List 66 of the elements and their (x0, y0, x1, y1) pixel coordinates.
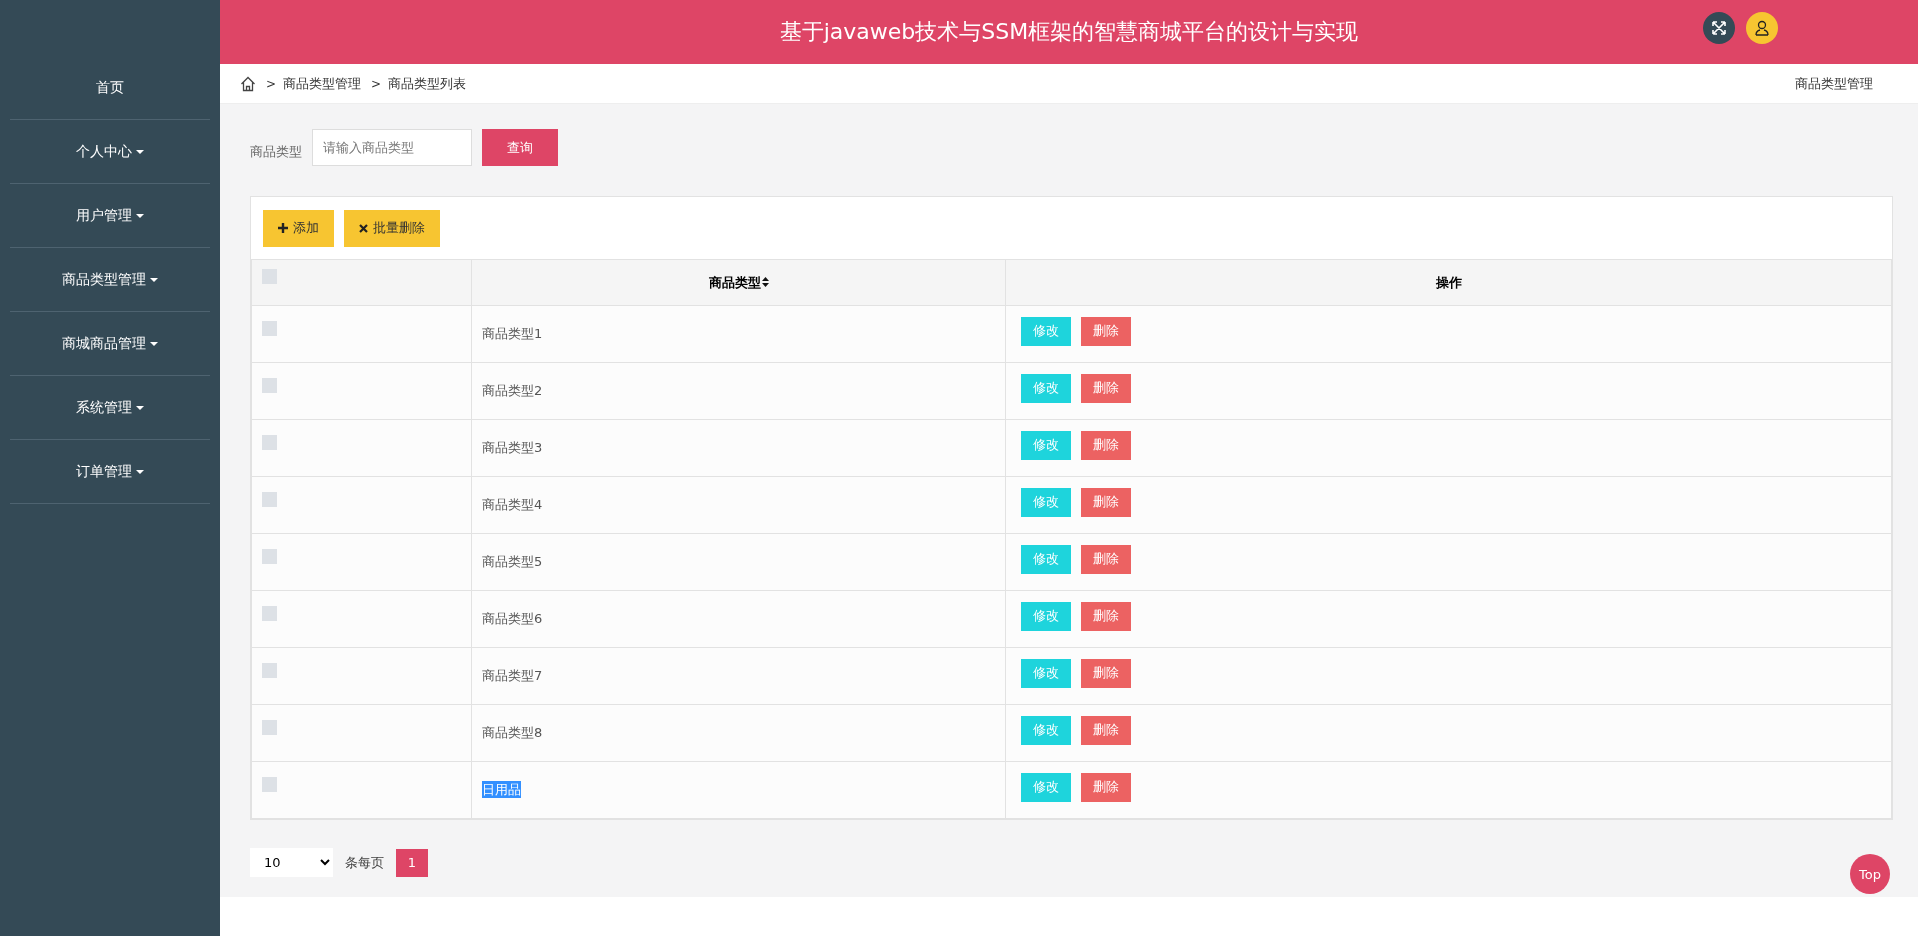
sidebar-item[interactable]: 用户管理 (10, 184, 210, 248)
fullscreen-icon[interactable] (1703, 12, 1735, 44)
edit-button[interactable]: 修改 (1021, 601, 1071, 631)
checkbox[interactable] (262, 320, 277, 336)
table-cell: 商品类型6 (482, 610, 543, 627)
page-title: 商品类型管理 (1795, 74, 1873, 93)
edit-button[interactable]: 修改 (1021, 544, 1071, 574)
table-cell: 商品类型8 (482, 724, 543, 741)
checkbox[interactable] (262, 491, 277, 507)
add-button[interactable]: 添加 (263, 209, 334, 247)
home-icon[interactable] (240, 75, 256, 92)
delete-button[interactable]: 删除 (1081, 544, 1131, 574)
sidebar-item[interactable]: 订单管理 (10, 440, 210, 504)
edit-button[interactable]: 修改 (1021, 316, 1071, 346)
checkbox[interactable] (262, 662, 277, 678)
sidebar-item[interactable]: 个人中心 (10, 120, 210, 184)
sort-icon[interactable] (761, 276, 769, 287)
search-label: 商品类型 (250, 142, 302, 161)
delete-button[interactable]: 删除 (1081, 430, 1131, 460)
table-cell: 商品类型2 (482, 382, 543, 399)
search-field[interactable]: 请输入商品类型 (312, 129, 472, 166)
table-cell: 商品类型1 (482, 325, 543, 342)
query-button[interactable]: 查询 (482, 129, 558, 166)
table-cell: 商品类型3 (482, 439, 543, 456)
checkbox[interactable] (262, 377, 277, 393)
checkbox[interactable] (262, 269, 277, 284)
table-cell: 商品类型5 (482, 553, 543, 570)
breadcrumb-separator: > (266, 76, 277, 91)
delete-button[interactable]: 删除 (1081, 658, 1131, 688)
checkbox[interactable] (262, 776, 277, 792)
user-icon[interactable] (1746, 12, 1778, 44)
sidebar-item[interactable]: 系统管理 (10, 376, 210, 440)
delete-button[interactable]: 删除 (1081, 487, 1131, 517)
close-icon (359, 223, 368, 233)
checkbox[interactable] (262, 605, 277, 621)
checkbox[interactable] (262, 548, 277, 564)
edit-button[interactable]: 修改 (1021, 487, 1071, 517)
sidebar-item[interactable]: 商品类型管理 (10, 248, 210, 312)
plus-icon (278, 223, 288, 233)
delete-button[interactable]: 删除 (1081, 601, 1131, 631)
column-header: 操作 (1005, 259, 1892, 306)
sidebar-item[interactable]: 商城商品管理 (10, 312, 210, 376)
edit-button[interactable]: 修改 (1021, 772, 1071, 802)
checkbox[interactable] (262, 434, 277, 450)
breadcrumb-item[interactable]: 商品类型管理 (283, 74, 362, 93)
page-size-select[interactable]: 10 (250, 848, 333, 877)
batch-delete-button[interactable]: 批量删除 (344, 209, 440, 247)
table-cell: 商品类型7 (482, 667, 543, 684)
delete-button[interactable]: 删除 (1081, 373, 1131, 403)
app-title: 基于javaweb技术与SSM框架的智慧商城平台的设计与实现 (779, 18, 1359, 46)
checkbox[interactable] (262, 719, 277, 735)
table-cell: 商品类型4 (482, 496, 543, 513)
edit-button[interactable]: 修改 (1021, 715, 1071, 745)
per-page-label: 条每页 (345, 853, 384, 872)
delete-button[interactable]: 删除 (1081, 772, 1131, 802)
edit-button[interactable]: 修改 (1021, 658, 1071, 688)
delete-button[interactable]: 删除 (1081, 316, 1131, 346)
table-cell: 日用品 (482, 781, 521, 798)
edit-button[interactable]: 修改 (1021, 373, 1071, 403)
column-header[interactable]: 商品类型 (471, 259, 1006, 306)
edit-button[interactable]: 修改 (1021, 430, 1071, 460)
breadcrumb-separator: > (371, 76, 382, 91)
page-button[interactable]: 1 (396, 848, 428, 877)
breadcrumb-item[interactable]: 商品类型列表 (388, 74, 467, 93)
sidebar-item[interactable]: 首页 (10, 56, 210, 120)
delete-button[interactable]: 删除 (1081, 715, 1131, 745)
